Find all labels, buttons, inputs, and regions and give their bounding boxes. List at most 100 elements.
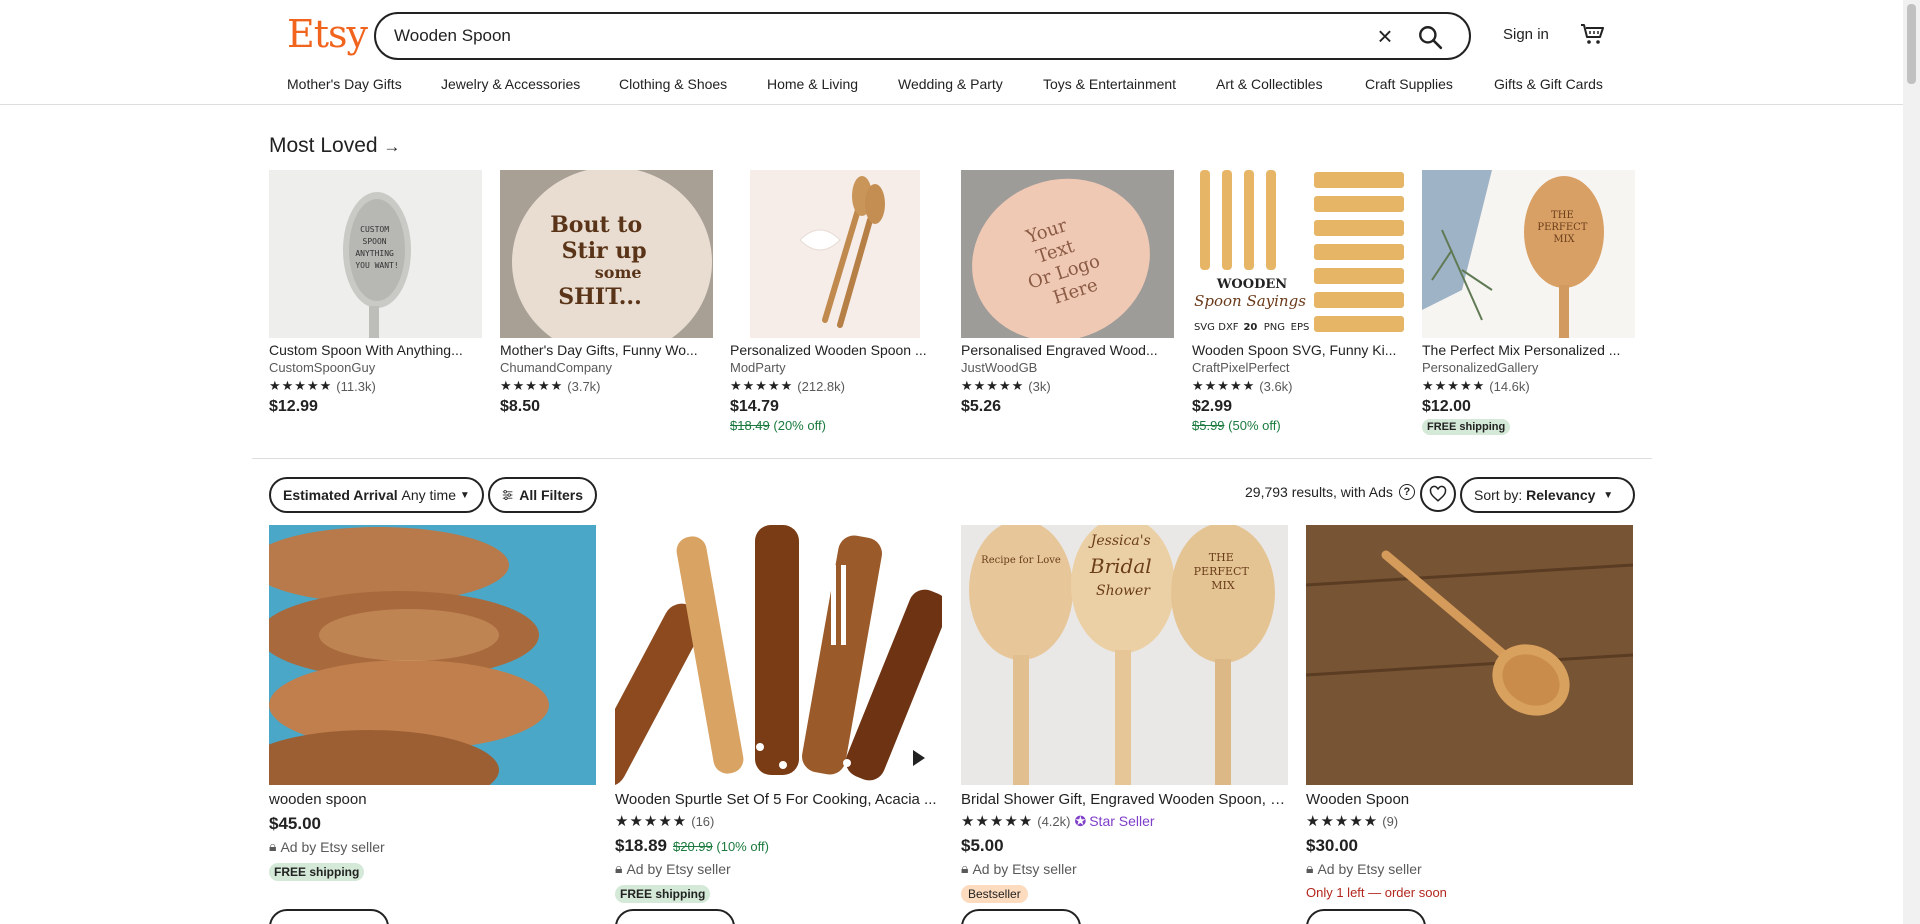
- price: $12.99: [269, 398, 318, 415]
- listing-title[interactable]: Personalised Engraved Wood...: [961, 342, 1174, 358]
- results-text: 29,793 results, with Ads: [1245, 484, 1393, 500]
- listing-image[interactable]: Recipe for Love Jessica's Bridal Shower …: [961, 525, 1288, 785]
- image-text: DXF: [1218, 322, 1239, 333]
- filter-value: Any time: [401, 487, 456, 503]
- cart-icon[interactable]: [1580, 22, 1604, 46]
- cat-jewelry[interactable]: Jewelry & Accessories: [441, 76, 619, 92]
- cat-clothing[interactable]: Clothing & Shoes: [619, 76, 767, 92]
- result-card[interactable]: Wooden Spoon ★★★★★ (9) $30.00 🔒︎ Ad by Ets…: [1306, 525, 1633, 900]
- loved-card[interactable]: Your Text Or Logo Here Personalised Engr…: [961, 170, 1174, 416]
- rating: ★★★★★ (3k): [961, 379, 1174, 394]
- shop-name[interactable]: ModParty: [730, 360, 943, 375]
- loved-card[interactable]: THE PERFECT MIX The Perfect Mix Personal…: [1422, 170, 1635, 435]
- listing-title[interactable]: Custom Spoon With Anything...: [269, 342, 482, 358]
- favorite-search-button[interactable]: [1420, 476, 1456, 512]
- all-filters-label: All Filters: [519, 487, 583, 503]
- loved-card[interactable]: WOODEN Spoon Sayings SVG DXF 20 PNG EPS …: [1192, 170, 1405, 433]
- result-card[interactable]: wooden spoon $45.00 🔒︎ Ad by Etsy seller …: [269, 525, 596, 881]
- ad-text: Ad by Etsy seller: [280, 838, 385, 855]
- rating: ★★★★★ (3.7k): [500, 379, 713, 394]
- estimated-arrival-filter[interactable]: Estimated Arrival Any time ▼: [269, 477, 484, 513]
- etsy-logo[interactable]: Etsy: [287, 12, 368, 56]
- rating: ★★★★★ (14.6k): [1422, 379, 1635, 394]
- lock-icon: 🔒︎: [1306, 860, 1314, 876]
- results-count: 29,793 results, with Ads ?: [1245, 484, 1415, 500]
- svg-text:Jessica's Bridal: Jessica's Bridal Shower: [1088, 533, 1156, 599]
- listing-image[interactable]: WOODEN Spoon Sayings SVG DXF 20 PNG EPS: [1192, 170, 1405, 338]
- cat-art[interactable]: Art & Collectibles: [1216, 76, 1365, 92]
- cat-home-living[interactable]: Home & Living: [767, 76, 898, 92]
- svg-text:SVG DXF 20: SVG DXF 20 PNG EPS: [1194, 322, 1309, 333]
- free-shipping-badge: FREE shipping: [269, 863, 365, 881]
- scrollbar-thumb[interactable]: [1907, 4, 1916, 84]
- listing-title[interactable]: Bridal Shower Gift, Engraved Wooden Spoo…: [961, 791, 1288, 808]
- add-to-cart-button[interactable]: [615, 909, 735, 924]
- listing-image[interactable]: [730, 170, 943, 338]
- page-scrollbar[interactable]: [1903, 0, 1920, 924]
- sliders-icon: [502, 490, 513, 500]
- discount-percent: (20% off): [773, 418, 826, 433]
- add-to-cart-button[interactable]: [269, 909, 389, 924]
- price: $30.00: [1306, 836, 1358, 855]
- listing-title[interactable]: Mother's Day Gifts, Funny Wo...: [500, 342, 713, 358]
- image-text: Jessica's: [1088, 533, 1151, 549]
- listing-title[interactable]: wooden spoon: [269, 791, 596, 808]
- review-count: (14.6k): [1489, 379, 1530, 394]
- price: $12.00: [1422, 398, 1471, 415]
- image-text: ANYTHING: [355, 249, 394, 258]
- listing-title[interactable]: The Perfect Mix Personalized ...: [1422, 342, 1635, 358]
- caret-down-icon: ▼: [459, 489, 470, 501]
- search-icon[interactable]: [1417, 24, 1443, 50]
- listing-image[interactable]: [269, 525, 596, 785]
- review-count: (4.2k): [1037, 813, 1071, 829]
- search-input[interactable]: [394, 24, 1294, 48]
- sort-dropdown[interactable]: Sort by: Relevancy ▼: [1460, 477, 1635, 513]
- star-seller-badge: ✪ Star Seller: [1074, 813, 1154, 830]
- sign-in-link[interactable]: Sign in: [1503, 26, 1549, 43]
- ad-label: 🔒︎ Ad by Etsy seller: [269, 838, 596, 855]
- svg-text:Bout to Stir up: Bout to Stir up some SHIT...: [550, 212, 654, 310]
- loved-card[interactable]: Bout to Stir up some SHIT... Mother's Da…: [500, 170, 713, 416]
- most-loved-heading[interactable]: Most Loved →: [269, 134, 400, 158]
- image-text: Bridal: [1089, 554, 1152, 578]
- result-card[interactable]: Recipe for Love Jessica's Bridal Shower …: [961, 525, 1288, 903]
- listing-title[interactable]: Wooden Spoon: [1306, 791, 1633, 808]
- loved-card[interactable]: CUSTOM SPOON ANYTHING YOU WANT! Custom S…: [269, 170, 482, 416]
- shop-name[interactable]: CraftPixelPerfect: [1192, 360, 1405, 375]
- discount-line: $5.99 (50% off): [1192, 418, 1405, 433]
- shop-name[interactable]: PersonalizedGallery: [1422, 360, 1635, 375]
- listing-image[interactable]: Your Text Or Logo Here: [961, 170, 1174, 338]
- image-text: PERFECT: [1194, 565, 1250, 578]
- cat-wedding[interactable]: Wedding & Party: [898, 76, 1043, 92]
- listing-image[interactable]: CUSTOM SPOON ANYTHING YOU WANT!: [269, 170, 482, 338]
- loved-card[interactable]: Personalized Wooden Spoon ... ModParty ★…: [730, 170, 943, 433]
- image-text: PERFECT: [1537, 222, 1587, 233]
- shop-name[interactable]: ChumandCompany: [500, 360, 713, 375]
- cat-toys[interactable]: Toys & Entertainment: [1043, 76, 1216, 92]
- cat-mothers-day[interactable]: Mother's Day Gifts: [287, 76, 441, 92]
- listing-title[interactable]: Personalized Wooden Spoon ...: [730, 342, 943, 358]
- listing-image[interactable]: [615, 525, 942, 785]
- shop-name[interactable]: JustWoodGB: [961, 360, 1174, 375]
- category-nav: Mother's Day Gifts Jewelry & Accessories…: [287, 76, 1603, 92]
- listing-image[interactable]: [1306, 525, 1633, 785]
- listing-title[interactable]: Wooden Spoon SVG, Funny Ki...: [1192, 342, 1405, 358]
- image-text: EPS: [1291, 322, 1310, 333]
- add-to-cart-button[interactable]: [1306, 909, 1426, 924]
- svg-text:WOODEN: WOODEN: [1216, 277, 1287, 292]
- all-filters-button[interactable]: All Filters: [488, 477, 597, 513]
- star-rating-icon: ★★★★★: [961, 379, 1025, 394]
- clear-search-icon[interactable]: ×: [1373, 23, 1397, 49]
- shop-name[interactable]: CustomSpoonGuy: [269, 360, 482, 375]
- svg-text:Spoon Sayings: Spoon Sayings: [1194, 292, 1306, 310]
- cat-gifts[interactable]: Gifts & Gift Cards: [1494, 76, 1603, 92]
- listing-image[interactable]: THE PERFECT MIX: [1422, 170, 1635, 338]
- ad-text: Ad by Etsy seller: [626, 860, 731, 877]
- result-card[interactable]: Wooden Spurtle Set Of 5 For Cooking, Aca…: [615, 525, 942, 903]
- add-to-cart-button[interactable]: [961, 909, 1081, 924]
- cat-craft[interactable]: Craft Supplies: [1365, 76, 1494, 92]
- star-rating-icon: ★★★★★: [1306, 812, 1379, 830]
- listing-image[interactable]: Bout to Stir up some SHIT...: [500, 170, 713, 338]
- help-icon[interactable]: ?: [1398, 484, 1415, 500]
- listing-title[interactable]: Wooden Spurtle Set Of 5 For Cooking, Aca…: [615, 791, 942, 808]
